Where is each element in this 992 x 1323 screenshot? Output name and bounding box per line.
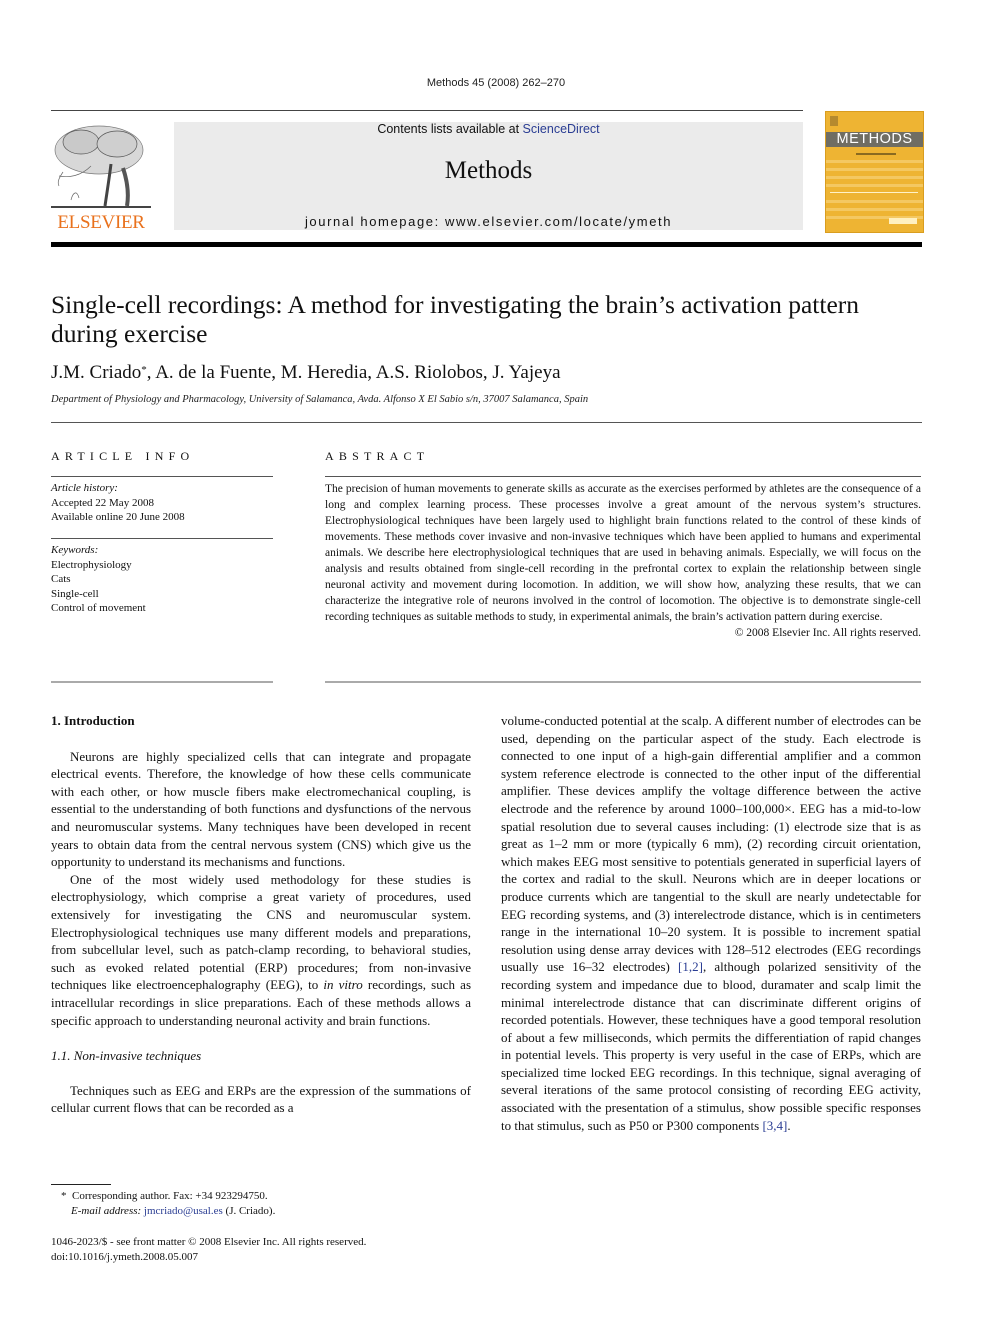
paragraph-text: volume-conducted potential at the scalp.… xyxy=(501,713,921,975)
section-heading-introduction: 1. Introduction xyxy=(51,713,135,728)
elsevier-logo[interactable]: ELSEVIER xyxy=(51,120,151,233)
footnote-rule xyxy=(51,1184,111,1185)
corresponding-marker[interactable]: * xyxy=(141,364,147,376)
affiliation-rule xyxy=(51,422,922,423)
abstract-text: The precision of human movements to gene… xyxy=(325,483,921,623)
history-online: Available online 20 June 2008 xyxy=(51,511,185,523)
affiliation: Department of Physiology and Pharmacolog… xyxy=(51,394,589,405)
abstract-bottom-rule xyxy=(325,681,921,683)
subsection-heading: 1.1. Non-invasive techniques xyxy=(51,1048,202,1064)
article-info-rule xyxy=(51,476,273,477)
keywords-label: Keywords: xyxy=(51,544,99,556)
sciencedirect-link[interactable]: ScienceDirect xyxy=(523,122,600,136)
cover-publisher-mark xyxy=(889,218,917,224)
journal-masthead: Contents lists available at ScienceDirec… xyxy=(174,122,803,230)
abstract-body: The precision of human movements to gene… xyxy=(325,481,921,641)
paragraph: Neurons are highly specialized cells tha… xyxy=(51,748,471,870)
history-accepted: Accepted 22 May 2008 xyxy=(51,496,154,509)
journal-title: Methods xyxy=(444,157,533,184)
paragraph-continued: volume-conducted potential at the scalp.… xyxy=(501,712,921,1134)
email-link[interactable]: jmcriado@usal.es xyxy=(144,1205,223,1217)
paragraph-text: . xyxy=(787,1117,791,1133)
cover-stripe xyxy=(826,184,923,187)
front-matter: 1046-2023/$ - see front matter © 2008 El… xyxy=(51,1235,471,1265)
author-list: J.M. Criado*, A. de la Fuente, M. Heredi… xyxy=(51,362,561,384)
paragraph-text: One of the most widely used methodology … xyxy=(51,871,471,993)
article-info-heading: ARTICLE INFO xyxy=(51,449,195,463)
keywords-rule xyxy=(51,538,273,539)
article-info-bottom-rule xyxy=(51,681,273,683)
cover-stripe xyxy=(826,160,923,163)
cover-stripe xyxy=(826,200,923,203)
contents-line: Contents lists available at ScienceDirec… xyxy=(174,122,803,136)
email-suffix: (J. Criado). xyxy=(222,1205,276,1217)
citation-link[interactable]: [3,4] xyxy=(762,1118,787,1133)
doi-line[interactable]: doi:10.1016/j.ymeth.2008.05.007 xyxy=(51,1250,471,1265)
elsevier-tree-icon xyxy=(51,125,151,208)
cover-tagline xyxy=(830,192,918,193)
author-others: , A. de la Fuente, M. Heredia, A.S. Riol… xyxy=(146,362,561,383)
journal-homepage-link[interactable]: journal homepage: www.elsevier.com/locat… xyxy=(174,214,803,229)
cover-stripe xyxy=(826,208,923,211)
footnote-marker: * xyxy=(61,1190,67,1202)
abstract-heading: ABSTRACT xyxy=(325,449,430,463)
running-head: Methods 45 (2008) 262–270 xyxy=(426,77,566,89)
elsevier-wordmark: ELSEVIER xyxy=(57,212,145,233)
abstract-rule xyxy=(325,476,921,477)
top-rule xyxy=(51,110,803,111)
cover-stripe xyxy=(826,176,923,179)
cover-publisher-icon xyxy=(830,116,838,126)
issn-line: 1046-2023/$ - see front matter © 2008 El… xyxy=(51,1236,367,1248)
author-corresponding[interactable]: J.M. Criado xyxy=(51,362,141,383)
keyword-item: Control of movement xyxy=(51,602,146,614)
history-label: Article history: xyxy=(51,482,118,494)
italic-term: in vitro xyxy=(323,977,363,993)
paragraph: One of the most widely used methodology … xyxy=(51,871,471,1029)
cover-stripe xyxy=(826,168,923,171)
article-title: Single-cell recordings: A method for inv… xyxy=(51,290,931,348)
journal-cover-thumbnail[interactable]: METHODS xyxy=(825,111,924,233)
keyword-item: Electrophysiology xyxy=(51,558,132,571)
paragraph-text: , although polarized sensitivity of the … xyxy=(501,959,921,1133)
cover-subtitle xyxy=(856,153,896,155)
abstract-copyright: © 2008 Elsevier Inc. All rights reserved… xyxy=(734,627,921,639)
corresponding-author-note: Corresponding author. Fax: +34 923294750… xyxy=(72,1190,268,1202)
header-rule xyxy=(51,242,922,247)
email-label: E-mail address: xyxy=(71,1205,142,1217)
left-column: 1. Introduction Neurons are highly speci… xyxy=(51,712,471,1117)
footnote-corresponding: * Corresponding author. Fax: +34 9232947… xyxy=(61,1189,481,1219)
cover-title: METHODS xyxy=(836,131,913,147)
paragraph: Techniques such as EEG and ERPs are the … xyxy=(51,1082,471,1116)
right-column: volume-conducted potential at the scalp.… xyxy=(501,712,921,1134)
contents-prefix: Contents lists available at xyxy=(377,122,523,136)
title-line-1: Single-cell recordings: A method for inv… xyxy=(51,290,860,319)
title-line-2: during exercise xyxy=(51,319,208,348)
article-history: Article history: Accepted 22 May 2008 Av… xyxy=(51,481,273,525)
citation-link[interactable]: [1,2] xyxy=(678,959,703,974)
keywords: Keywords: Electrophysiology Cats Single-… xyxy=(51,543,273,616)
keyword-item: Single-cell xyxy=(51,587,99,600)
keyword-item: Cats xyxy=(51,573,71,585)
